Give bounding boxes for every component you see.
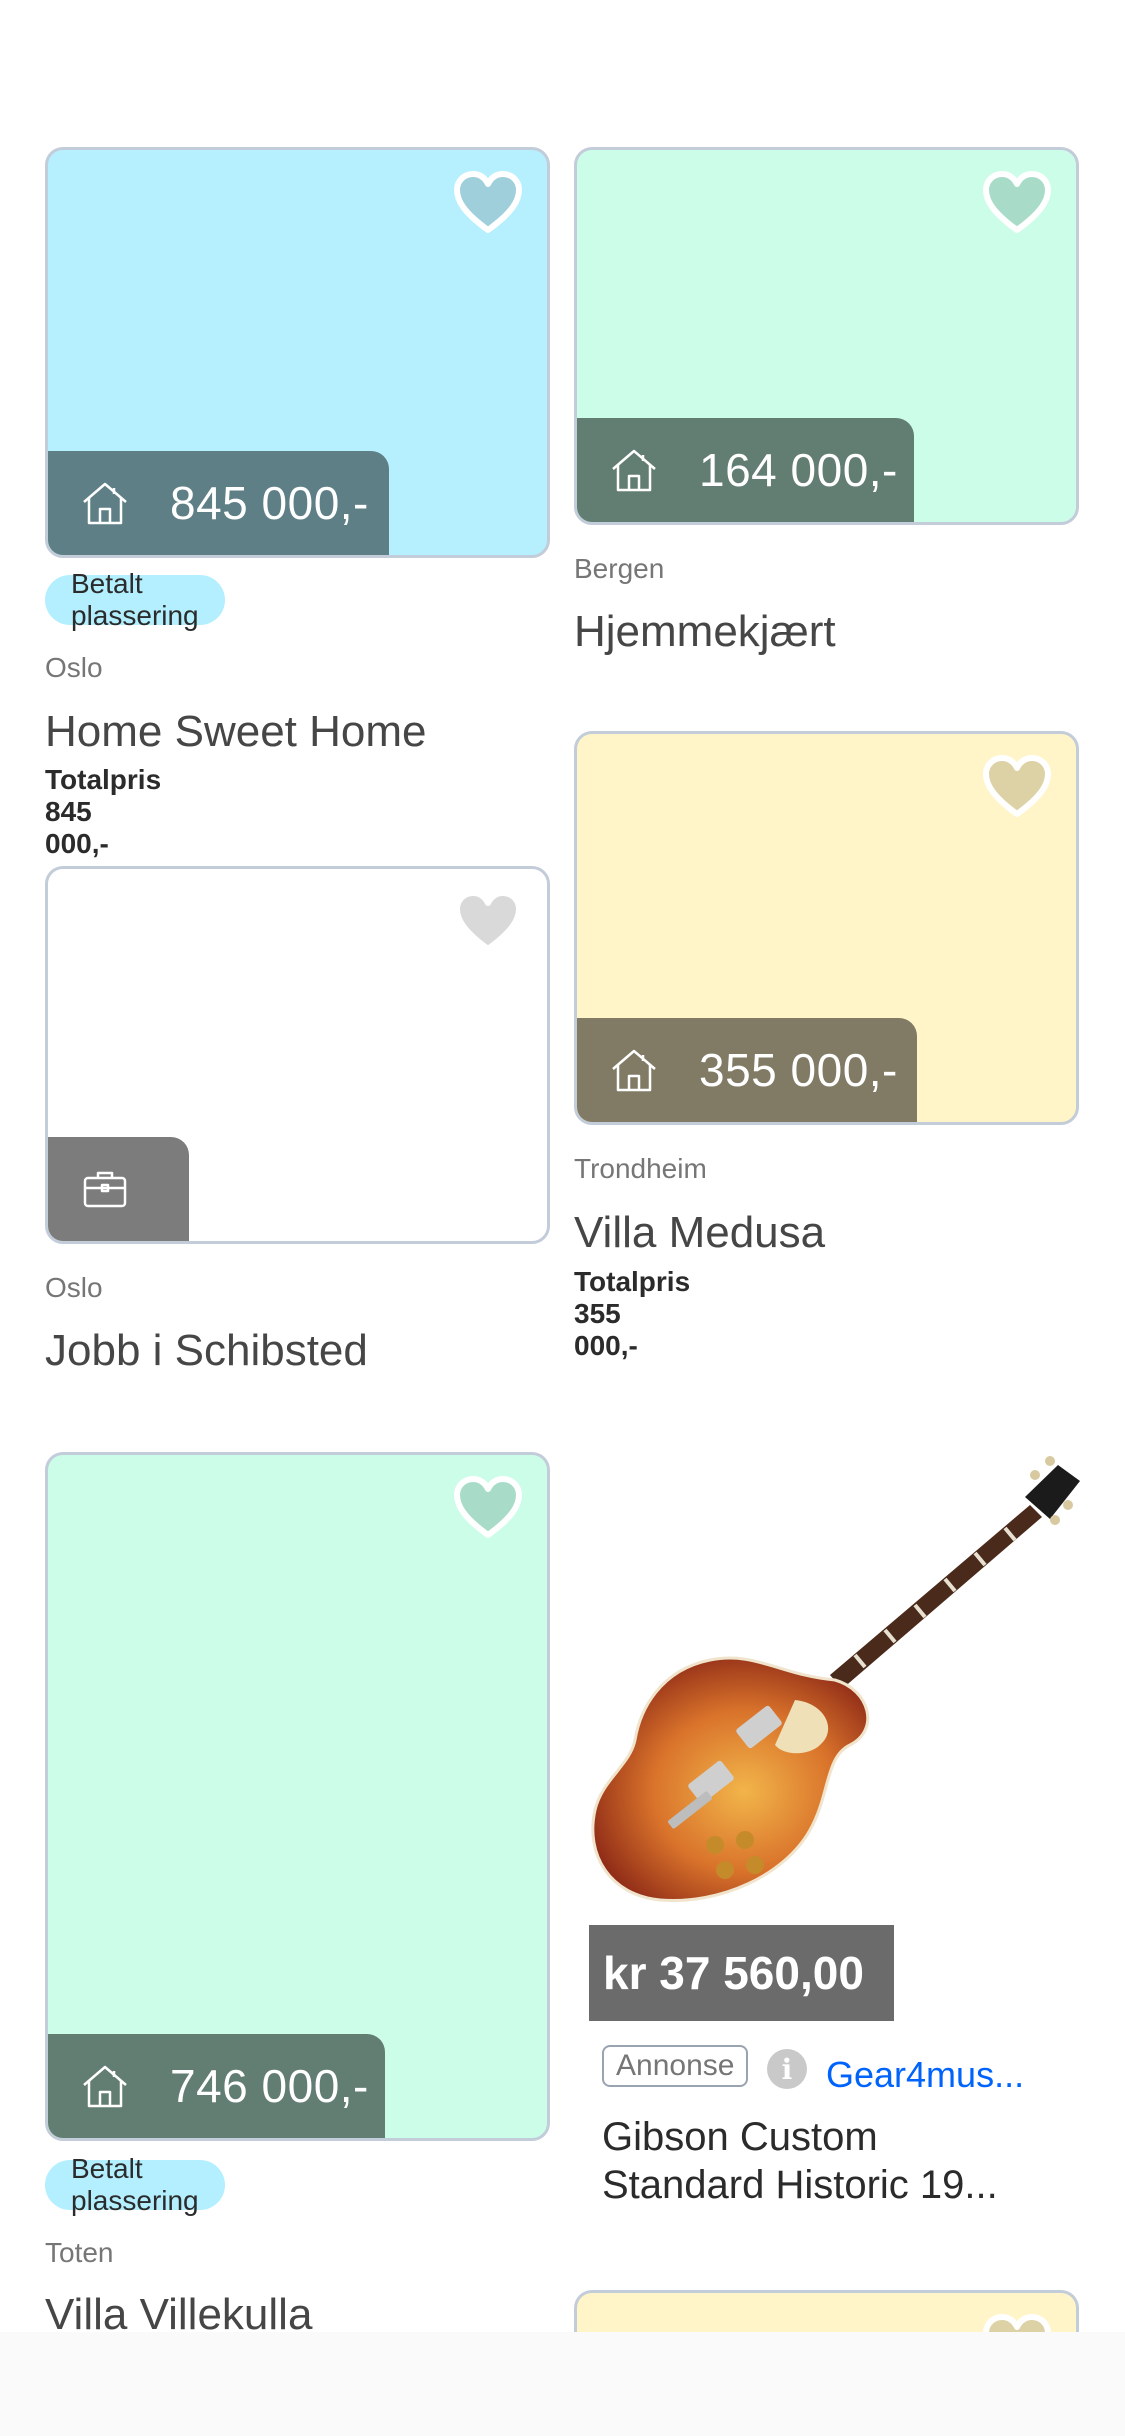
house-icon: [83, 2065, 127, 2108]
listing-image[interactable]: 845 000,-: [45, 147, 550, 558]
ad-title[interactable]: Gibson Custom Standard Historic 19...: [602, 2113, 1022, 2209]
house-icon: [612, 449, 656, 492]
listing-location: Bergen: [574, 553, 665, 584]
price-label: 845 000,-: [170, 477, 369, 529]
price-bar: 845 000,-: [48, 451, 389, 555]
category-bar: [48, 1137, 189, 1241]
listing-title[interactable]: Villa Medusa: [574, 1208, 825, 1258]
total-price: Totalpris 355 000,-: [574, 1266, 691, 1361]
price-label: 355 000,-: [699, 1044, 898, 1096]
listing-title[interactable]: Home Sweet Home: [45, 707, 426, 757]
house-icon: [83, 482, 127, 525]
heart-icon[interactable]: [453, 889, 523, 953]
listing-image[interactable]: 164 000,-: [574, 147, 1079, 525]
price-bar: 355 000,-: [577, 1018, 917, 1122]
heart-icon[interactable]: [982, 754, 1052, 818]
info-icon[interactable]: i: [767, 2049, 807, 2089]
heart-icon[interactable]: [453, 170, 523, 234]
listing-location: Toten: [45, 2237, 114, 2268]
listing-title[interactable]: Jobb i Schibsted: [45, 1326, 368, 1376]
briefcase-icon: [83, 1171, 127, 1208]
total-price: Totalpris 845 000,-: [45, 764, 162, 859]
ad-price: kr 37 560,00: [589, 1925, 894, 2021]
heart-icon[interactable]: [453, 1475, 523, 1539]
listing-image[interactable]: [574, 2290, 1079, 2332]
listing-image[interactable]: 746 000,-: [45, 1452, 550, 2141]
ad-tag: Annonse: [602, 2045, 749, 2087]
price-label: 746 000,-: [170, 2060, 369, 2112]
price-bar: 164 000,-: [577, 418, 914, 522]
listing-location: Oslo: [45, 652, 103, 683]
bottom-area: [0, 2332, 1125, 2436]
guitar-image[interactable]: [580, 1445, 1080, 1925]
heart-icon[interactable]: [982, 170, 1052, 234]
price-label: 164 000,-: [699, 444, 898, 496]
house-icon: [612, 1049, 656, 1092]
listing-image[interactable]: [45, 866, 550, 1244]
listing-image[interactable]: 355 000,-: [574, 731, 1079, 1125]
ad-seller-link[interactable]: Gear4mus...: [826, 2054, 1024, 2096]
heart-icon[interactable]: [982, 2313, 1052, 2332]
listing-location: Oslo: [45, 1272, 103, 1303]
paid-placement-badge: Betalt plassering: [45, 568, 225, 631]
listing-title[interactable]: Hjemmekjært: [574, 607, 836, 657]
listing-location: Trondheim: [574, 1153, 707, 1184]
paid-placement-badge: Betalt plassering: [45, 2153, 225, 2216]
price-bar: 746 000,-: [48, 2034, 385, 2138]
